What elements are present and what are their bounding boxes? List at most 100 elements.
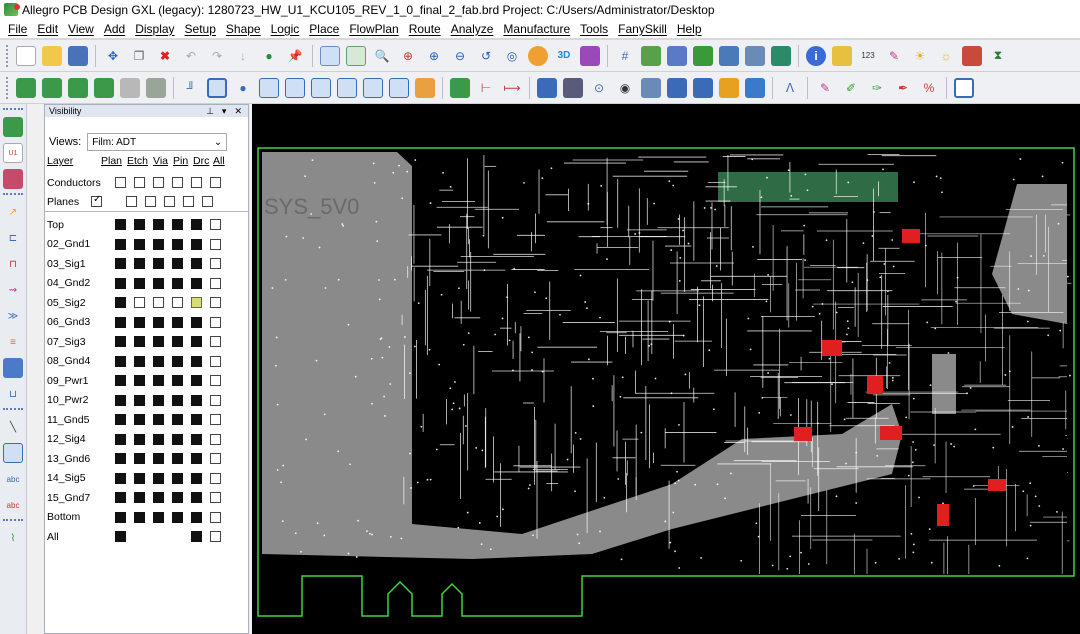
planes-pin-checkbox[interactable]: [164, 196, 175, 207]
menu-display[interactable]: Display: [130, 22, 179, 36]
pin-panel-icon[interactable]: ⊥: [206, 106, 214, 117]
camera-icon[interactable]: ◉: [615, 78, 635, 98]
layer-all-checkbox[interactable]: [210, 375, 221, 386]
sketch-icon[interactable]: ⌇: [3, 528, 23, 548]
menu-tools[interactable]: Tools: [575, 22, 613, 36]
layer-all-checkbox[interactable]: [210, 492, 221, 503]
grid-icon[interactable]: [320, 45, 340, 66]
layer-pin-checkbox[interactable]: [172, 277, 183, 289]
conductors-drc-checkbox[interactable]: [191, 177, 202, 188]
layer-plan-checkbox[interactable]: [115, 336, 126, 347]
menu-file[interactable]: File: [3, 22, 32, 36]
text-edit-icon[interactable]: ✎: [815, 78, 835, 98]
planes-all-checkbox[interactable]: [202, 196, 213, 207]
layer-all-checkbox[interactable]: [210, 394, 221, 406]
menu-shape[interactable]: Shape: [221, 22, 266, 36]
layer-etch-checkbox[interactable]: [134, 258, 145, 269]
layer-pin-checkbox[interactable]: [172, 375, 183, 386]
layer-drc-checkbox[interactable]: [191, 336, 202, 347]
layer-pin-checkbox[interactable]: [172, 316, 183, 328]
layer-drc-checkbox[interactable]: [191, 492, 202, 503]
flip-icon[interactable]: [580, 45, 600, 66]
layer-via-checkbox[interactable]: [153, 355, 164, 367]
layer-via-checkbox[interactable]: [153, 394, 164, 406]
layer-pin-checkbox[interactable]: [172, 414, 183, 425]
shape-void-icon[interactable]: [337, 77, 357, 98]
shape-circle-void-icon[interactable]: [363, 77, 383, 98]
planes-drc-checkbox[interactable]: [183, 196, 194, 207]
layer-plan-checkbox[interactable]: [115, 219, 126, 230]
menu-fanyskill[interactable]: FanySkill: [613, 22, 672, 36]
layer-all-checkbox[interactable]: [210, 277, 221, 289]
layer-plan-checkbox[interactable]: [115, 472, 126, 484]
dimension-linear-icon[interactable]: ⟼: [502, 78, 522, 98]
zoom-previous-icon[interactable]: ↺: [476, 46, 496, 66]
add-rect-icon[interactable]: [3, 443, 23, 463]
layer-all-checkbox[interactable]: [210, 433, 221, 445]
measure-icon[interactable]: 123: [858, 46, 878, 66]
layer-etch-checkbox[interactable]: [134, 511, 145, 523]
zoom-fit-icon[interactable]: 🔍: [372, 46, 392, 66]
layer-all-checkbox[interactable]: [210, 316, 221, 328]
grid-snap-icon[interactable]: [346, 45, 366, 66]
info-icon[interactable]: i: [806, 45, 826, 66]
menu-help[interactable]: Help: [672, 22, 707, 36]
layer-all-checkbox[interactable]: [210, 472, 221, 484]
report-icon[interactable]: [962, 45, 982, 66]
layer-drc-checkbox[interactable]: [191, 453, 202, 464]
add-line-icon[interactable]: ╲: [3, 417, 23, 437]
layer-color-icon[interactable]: [667, 45, 687, 66]
layer-plan-checkbox[interactable]: [115, 316, 126, 328]
layer-all-checkbox[interactable]: [210, 511, 221, 523]
layer-etch-checkbox[interactable]: [134, 355, 145, 367]
layer-all-checkbox[interactable]: [210, 453, 221, 464]
layer-plan-checkbox[interactable]: [115, 355, 126, 367]
menu-logic[interactable]: Logic: [266, 22, 305, 36]
fiber-weave-icon[interactable]: ⊔: [3, 384, 23, 404]
toolbar-grip[interactable]: [6, 44, 9, 67]
custom-smooth-icon[interactable]: ≫: [3, 306, 23, 326]
rats-icon[interactable]: ᐱ: [780, 78, 800, 98]
close-panel-icon[interactable]: ✕: [234, 106, 242, 117]
layer-pin-checkbox[interactable]: [172, 219, 183, 230]
menu-add[interactable]: Add: [99, 22, 130, 36]
copy-icon[interactable]: ❐: [129, 46, 149, 66]
layer-plan-checkbox[interactable]: [115, 375, 126, 386]
board-view[interactable]: SYS_5V0: [252, 104, 1080, 634]
fanout-icon[interactable]: [719, 77, 739, 98]
edit-text-icon[interactable]: abc: [3, 495, 23, 515]
spreadsheet-icon[interactable]: [771, 45, 791, 66]
layer-drc-checkbox[interactable]: [191, 355, 202, 367]
layer-via-checkbox[interactable]: [153, 414, 164, 425]
layer-via-checkbox[interactable]: [153, 316, 164, 328]
etch-edit-icon[interactable]: [16, 77, 36, 98]
redraw-icon[interactable]: [528, 45, 548, 66]
undo-list-icon[interactable]: ↓: [233, 46, 253, 66]
autoroute-icon[interactable]: [745, 77, 765, 98]
layer-via-checkbox[interactable]: [153, 277, 164, 289]
delay-tune-icon[interactable]: ⇝: [3, 280, 23, 300]
menu-route[interactable]: Route: [404, 22, 446, 36]
shape-delete-icon[interactable]: [389, 77, 409, 98]
open-folder-icon[interactable]: [42, 45, 62, 66]
menu-setup[interactable]: Setup: [180, 22, 221, 36]
add-connect-icon[interactable]: ↗: [3, 202, 23, 222]
layer-drc-checkbox[interactable]: [191, 219, 202, 230]
u1-component-icon[interactable]: U1: [3, 143, 23, 163]
layer-pin-checkbox[interactable]: [172, 511, 183, 523]
hourglass-icon[interactable]: ⧗: [988, 46, 1008, 66]
toolbar-grip[interactable]: [3, 408, 23, 411]
layer-plan-checkbox[interactable]: [115, 277, 126, 289]
layer-drc-checkbox[interactable]: [191, 433, 202, 445]
layer-etch-checkbox[interactable]: [134, 277, 145, 289]
place-component-icon[interactable]: [450, 77, 470, 98]
layer-plan-checkbox[interactable]: [115, 414, 126, 425]
toolbar-grip[interactable]: [3, 108, 23, 111]
new-file-icon[interactable]: [16, 45, 36, 66]
delete-icon[interactable]: ✖: [155, 46, 175, 66]
layer-plan-checkbox[interactable]: [115, 511, 126, 523]
layer-plan-checkbox[interactable]: [115, 394, 126, 406]
layer-all-checkbox[interactable]: [210, 414, 221, 425]
layer-etch-checkbox[interactable]: [134, 375, 145, 386]
etch-icon[interactable]: [3, 117, 23, 137]
